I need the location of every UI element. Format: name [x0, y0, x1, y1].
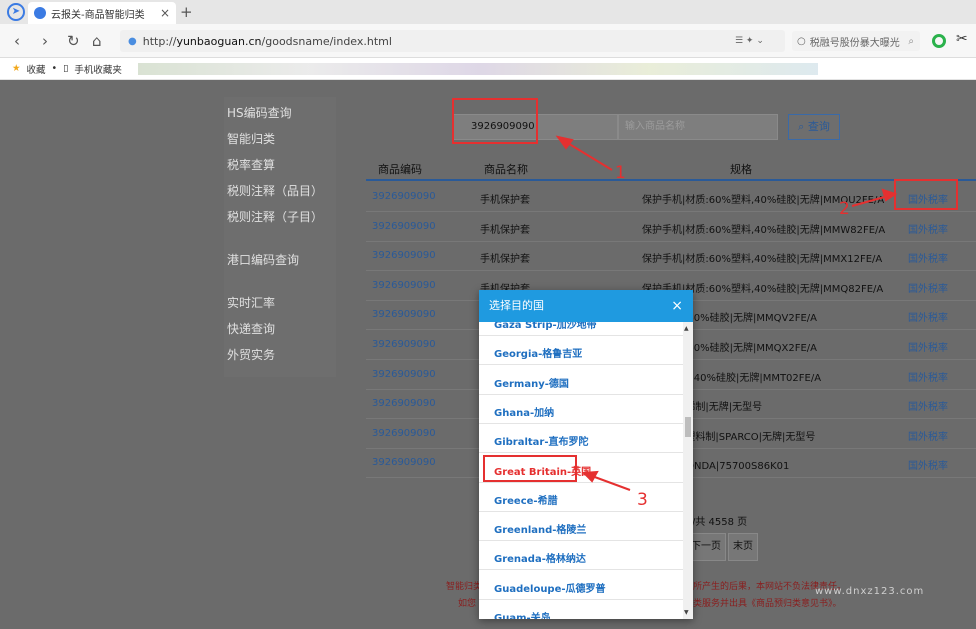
arrow-1-line — [565, 141, 613, 171]
arrow-1-head — [555, 135, 574, 150]
arrow-2-head — [881, 188, 898, 202]
arrow-3-line — [591, 475, 631, 491]
arrow-2-line — [851, 195, 889, 207]
annotation-arrows — [555, 135, 898, 491]
arrow-3-head — [581, 470, 599, 483]
